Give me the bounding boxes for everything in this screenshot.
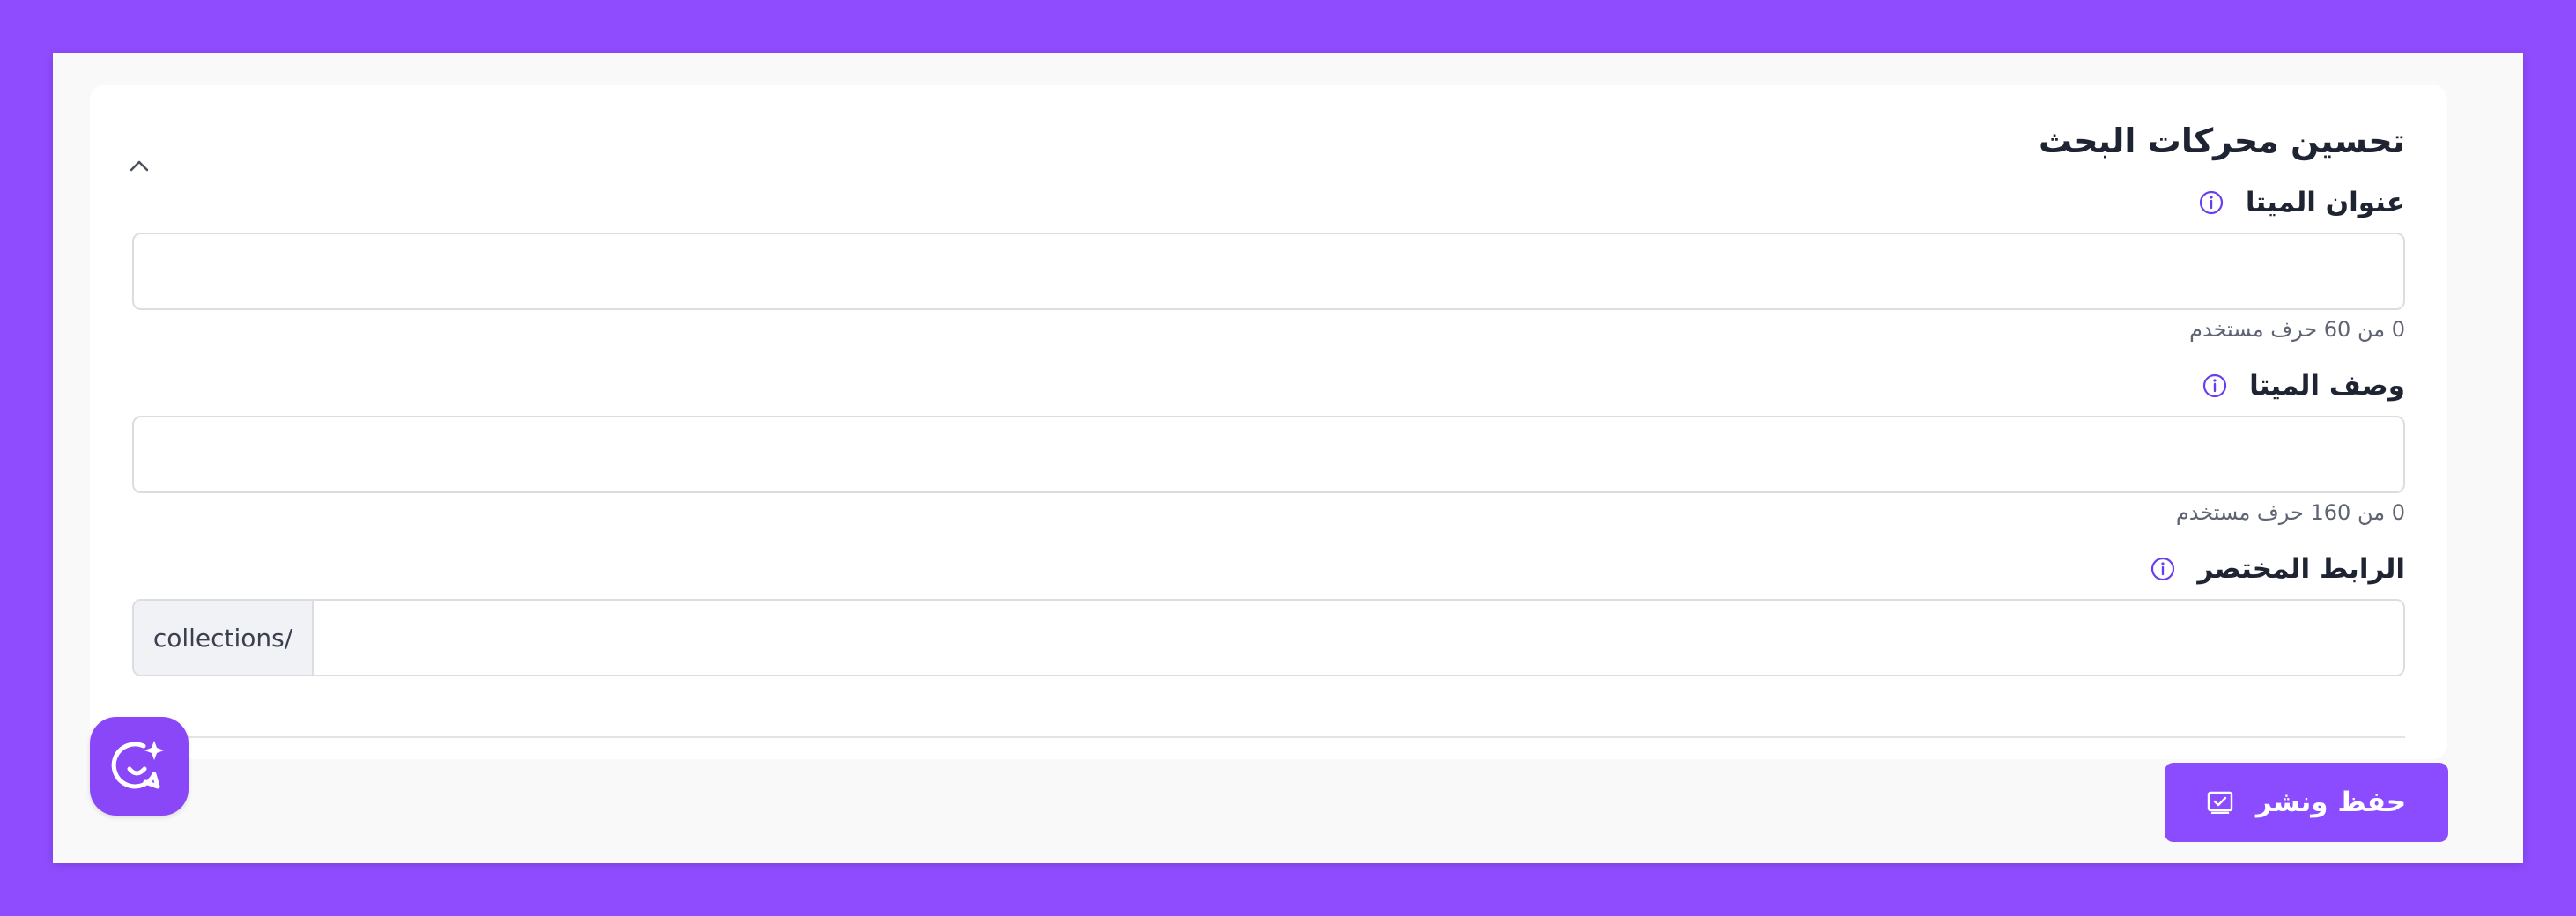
meta-title-input[interactable]: [132, 233, 2405, 310]
save-publish-button[interactable]: حفظ ونشر: [2165, 763, 2448, 842]
info-circle-icon[interactable]: [2150, 556, 2176, 582]
save-publish-label: حفظ ونشر: [2255, 787, 2407, 818]
seo-card: تحسين محركات البحث عنوان الميتا 0 من 60 …: [90, 85, 2447, 759]
save-check-icon: [2207, 791, 2233, 814]
meta-title-label: عنوان الميتا: [2245, 187, 2405, 218]
ai-chat-sparkle-icon: [111, 741, 164, 789]
meta-description-counter: 0 من 160 حرف مستخدم: [2175, 500, 2405, 525]
info-circle-icon[interactable]: [2202, 373, 2228, 399]
slug-label-row: الرابط المختصر: [2150, 553, 2405, 585]
chevron-up-icon: [130, 160, 149, 172]
slug-prefix: /collections: [134, 601, 314, 675]
section-title: تحسين محركات البحث: [2038, 122, 2405, 160]
slug-input-group: /collections: [132, 599, 2405, 676]
collapse-button[interactable]: [129, 155, 150, 176]
assistant-chat-button[interactable]: [90, 717, 189, 816]
meta-title-label-row: عنوان الميتا: [2198, 187, 2405, 218]
slug-input[interactable]: [314, 601, 2403, 675]
meta-description-input[interactable]: [132, 416, 2405, 493]
slug-label: الرابط المختصر: [2197, 553, 2405, 585]
app-window: تحسين محركات البحث عنوان الميتا 0 من 60 …: [53, 53, 2523, 863]
meta-title-counter: 0 من 60 حرف مستخدم: [2189, 317, 2405, 342]
meta-description-label: وصف الميتا: [2249, 370, 2405, 402]
info-circle-icon[interactable]: [2198, 189, 2224, 216]
divider: [132, 736, 2405, 738]
meta-description-label-row: وصف الميتا: [2202, 370, 2405, 402]
